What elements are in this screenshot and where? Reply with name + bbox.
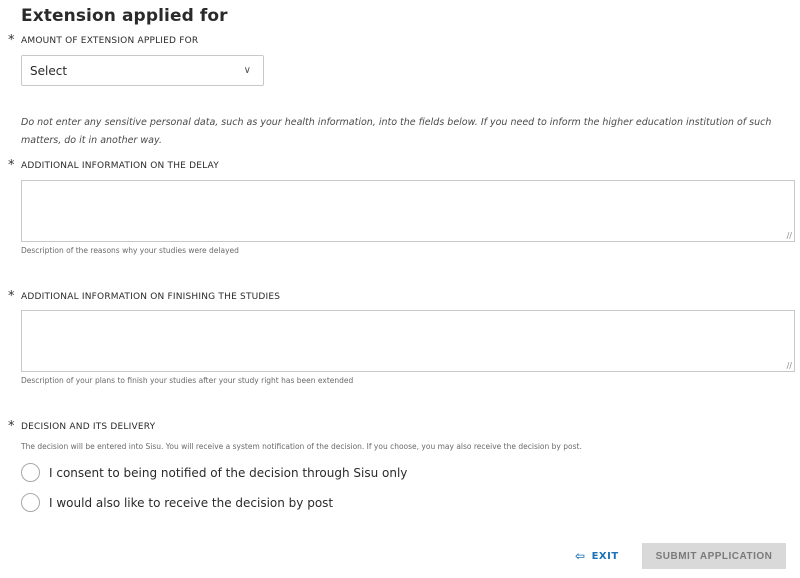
required-icon: *	[8, 419, 15, 434]
delay-info-label: * ADDITIONAL INFORMATION ON THE DELAY	[8, 158, 219, 173]
decision-label-text: DECISION AND ITS DELIVERY	[21, 422, 156, 432]
required-icon: *	[8, 33, 15, 48]
exit-arrow-icon: ⇦	[575, 549, 586, 563]
extension-amount-label: * AMOUNT OF EXTENSION APPLIED FOR	[8, 33, 199, 48]
section-title: Extension applied for	[21, 6, 228, 26]
decision-label: * DECISION AND ITS DELIVERY	[8, 419, 156, 434]
chevron-down-icon: ∨	[243, 65, 251, 76]
extension-amount-select[interactable]: Select ∨	[21, 55, 264, 86]
finishing-info-label: * ADDITIONAL INFORMATION ON FINISHING TH…	[8, 289, 281, 304]
extension-amount-selected-value: Select	[30, 63, 68, 78]
delay-info-help: Description of the reasons why your stud…	[21, 246, 239, 255]
required-icon: *	[8, 158, 15, 173]
decision-option-by-post[interactable]: I would also like to receive the decisio…	[21, 493, 333, 512]
decision-option-sisu-only[interactable]: I consent to being notified of the decis…	[21, 463, 407, 482]
exit-link[interactable]: ⇦ EXIT	[575, 549, 619, 563]
exit-label: EXIT	[591, 550, 619, 562]
finishing-info-textarea[interactable]: ∕∕	[21, 310, 795, 372]
decision-description: The decision will be entered into Sisu. …	[21, 442, 582, 451]
decision-option-label: I would also like to receive the decisio…	[49, 495, 334, 510]
required-icon: *	[8, 289, 15, 304]
radio-button[interactable]	[21, 463, 40, 482]
finishing-info-label-text: ADDITIONAL INFORMATION ON FINISHING THE …	[21, 292, 281, 302]
finishing-info-help: Description of your plans to finish your…	[21, 376, 354, 385]
submit-application-button[interactable]: SUBMIT APPLICATION	[642, 543, 786, 569]
resize-handle-icon[interactable]: ∕∕	[787, 361, 792, 370]
sensitive-data-notice: Do not enter any sensitive personal data…	[21, 117, 772, 146]
delay-info-textarea[interactable]: ∕∕	[21, 180, 795, 242]
decision-option-label: I consent to being notified of the decis…	[49, 465, 408, 480]
radio-button[interactable]	[21, 493, 40, 512]
resize-handle-icon[interactable]: ∕∕	[787, 231, 792, 240]
extension-amount-label-text: AMOUNT OF EXTENSION APPLIED FOR	[21, 36, 199, 46]
delay-info-label-text: ADDITIONAL INFORMATION ON THE DELAY	[21, 161, 219, 171]
